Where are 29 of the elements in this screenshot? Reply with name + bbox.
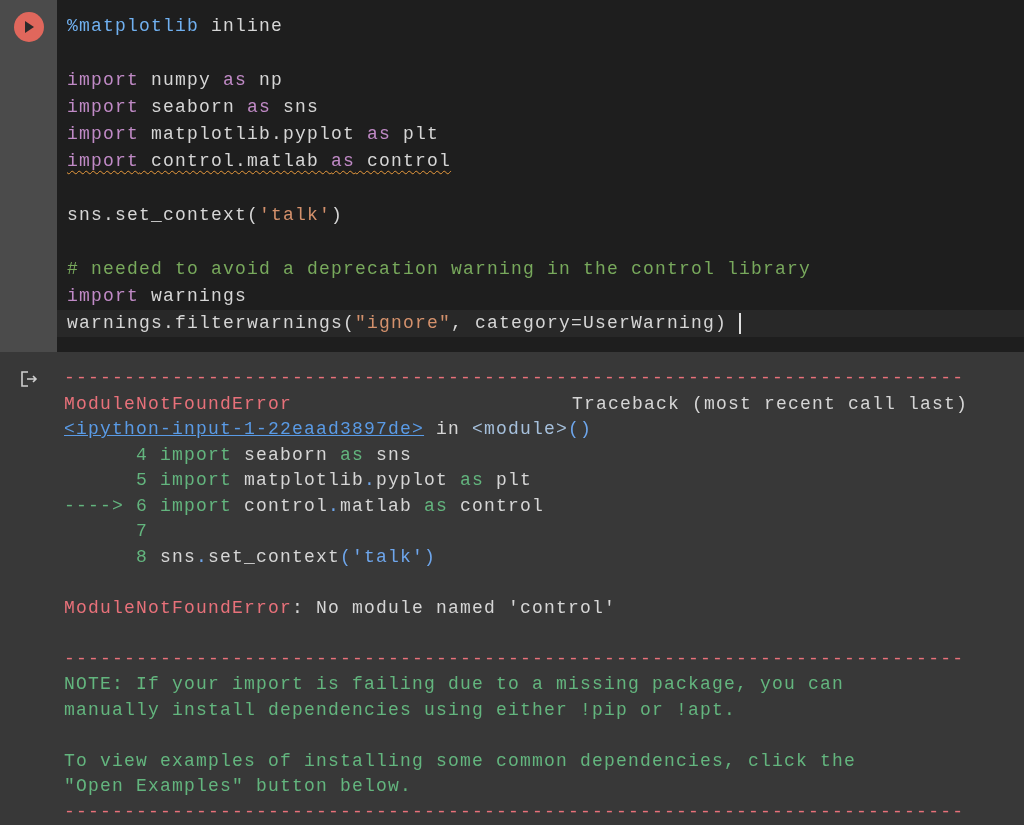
output-line: --------------------------------------------------------------------------- [64,367,965,390]
code-line: import control.matlab as control [67,150,452,173]
output-line: <ipython-input-1-22eaad3897de> in <module>() [64,418,593,441]
code-line: sns.set_context('talk') [67,204,344,227]
output-line: Traceback (most recent call last) [571,392,968,416]
code-line: import warnings [67,285,248,308]
output-line: --------------------------------------------------------------------------- [64,800,965,824]
output-line: --------------------------------------------------------------------------- [64,647,965,671]
play-icon [23,21,34,33]
output-line: 7 [135,520,148,543]
output-line: ModuleNotFoundError: No module named 'control' [64,596,617,620]
output-line: NOTE: If your import is failing due to a missing package, you can [64,673,845,696]
code-line: import seaborn as sns [67,96,320,119]
output-line: 8 sns.set_context('talk') [135,545,437,569]
run-button[interactable] [13,12,44,42]
code-line: # needed to avoid a deprecation warning in the control library [67,258,812,281]
code-line: import numpy as np [67,69,284,92]
output-icon [19,370,38,388]
code-line: warnings.filterwarnings("ignore", category=UserWarning) [67,312,729,335]
output-line: "Open Examples" button below. [64,775,413,798]
output-line: 5 import matplotlib.pyplot as plt [135,469,533,492]
code-line: %matplotlib inline [67,15,284,38]
output-line: ModuleNotFoundError [64,392,293,416]
code-editor[interactable] [57,0,1024,352]
output-line: manually install dependencies using either !pip or !apt. [64,698,737,722]
output-line: 4 import seaborn as sns [135,443,413,467]
code-line: import matplotlib.pyplot as plt [67,123,440,146]
output-line: ----> 6 import control.matlab as control [64,494,545,518]
output-line: To view examples of installing some common dependencies, click the [64,749,857,773]
